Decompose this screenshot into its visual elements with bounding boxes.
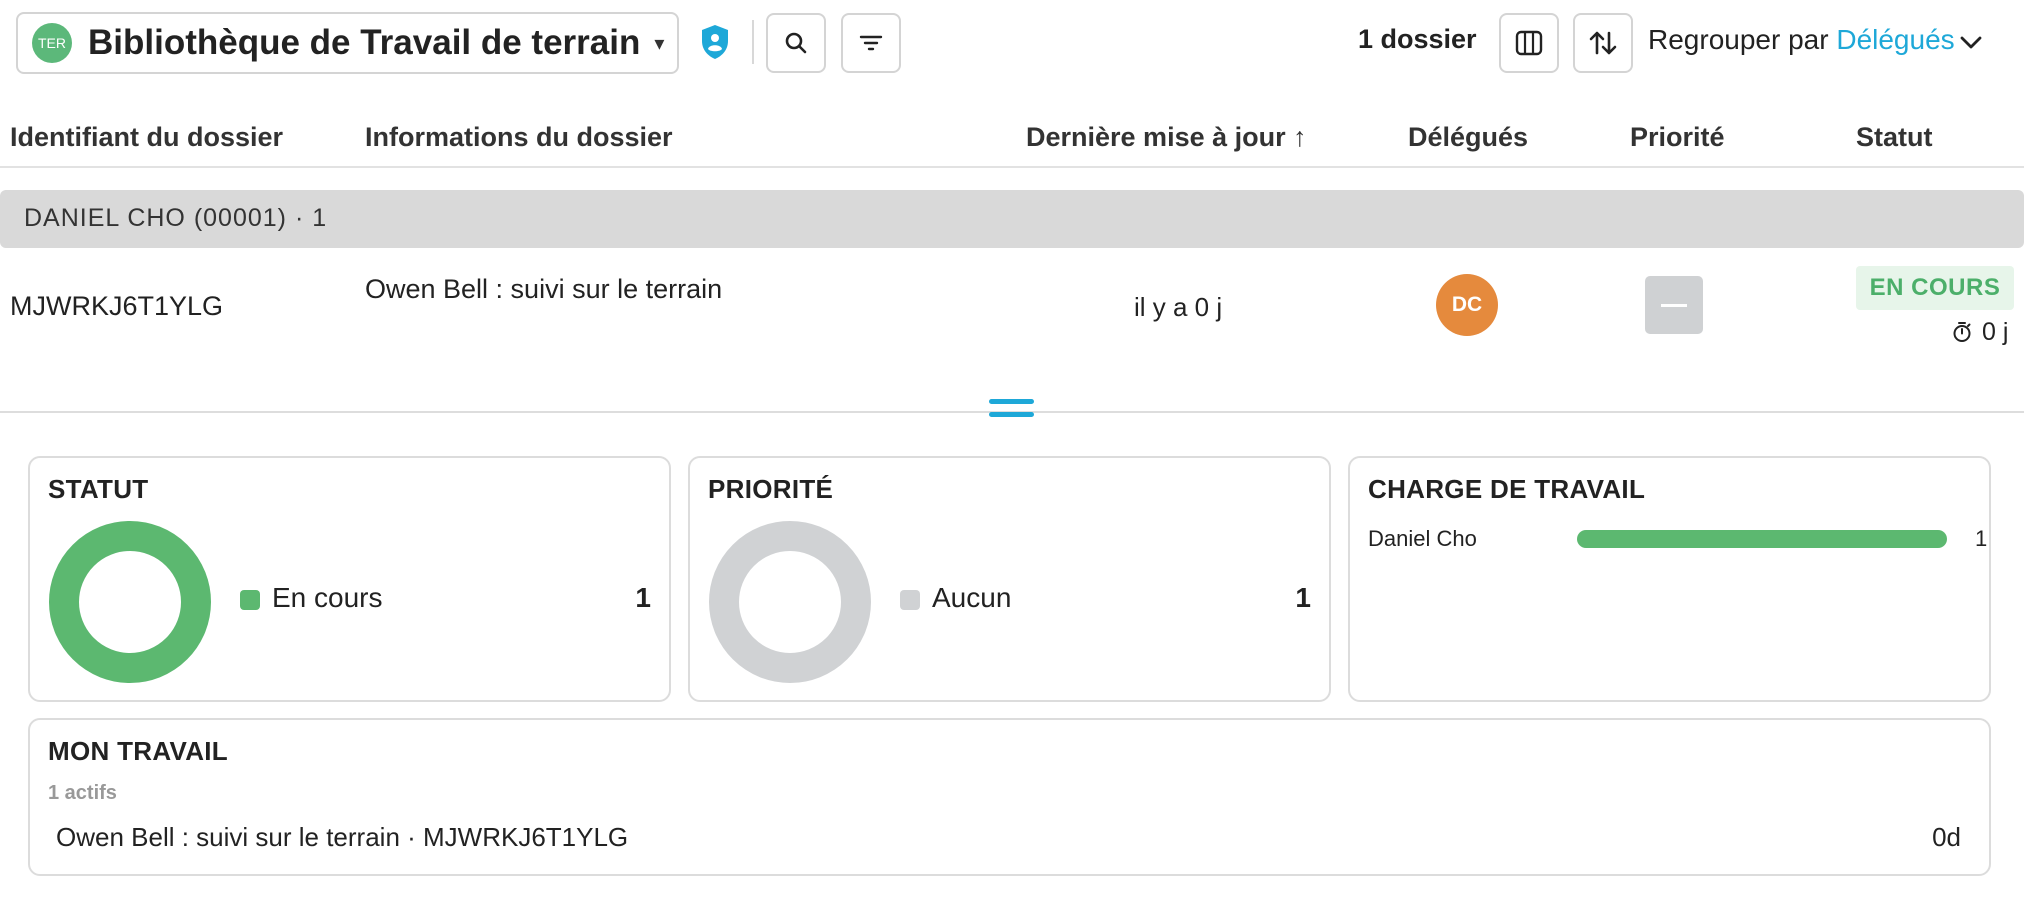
- workload-bar: [1577, 530, 1947, 548]
- elapsed-time-value: 0 j: [1982, 318, 2009, 346]
- table-header: Identifiant du dossier Informations du d…: [0, 112, 2024, 168]
- card-title: MON TRAVAIL: [48, 736, 228, 766]
- search-button[interactable]: [766, 13, 826, 73]
- my-work-subtitle: 1 actifs: [48, 782, 117, 804]
- record-id[interactable]: MJWRKJ6T1YLG: [10, 291, 223, 322]
- group-by-value[interactable]: Délégués: [1836, 24, 1954, 55]
- avatar[interactable]: DC: [1436, 274, 1498, 336]
- group-label: DANIEL CHO (00001) · 1: [24, 204, 328, 232]
- caret-down-icon: ▾: [654, 32, 665, 55]
- status-card: STATUT En cours 1: [28, 456, 671, 702]
- toolbar-divider: [752, 20, 754, 64]
- card-title: STATUT: [48, 474, 149, 504]
- record-count: 1 dossier: [1358, 24, 1477, 54]
- column-header-priority[interactable]: Priorité: [1630, 122, 1725, 153]
- column-header-status[interactable]: Statut: [1856, 122, 1933, 153]
- my-work-age: 0d: [1932, 822, 1961, 852]
- columns-button[interactable]: [1499, 13, 1559, 73]
- priority-donut: [709, 521, 871, 683]
- elapsed-time: 0 j: [1952, 318, 2008, 347]
- columns-icon: [1515, 30, 1543, 56]
- filter-icon: [859, 35, 883, 51]
- library-selector[interactable]: TER Bibliothèque de Travail de terrain ▾: [16, 12, 679, 74]
- shield-icon[interactable]: [700, 24, 730, 60]
- legend-swatch: [240, 590, 260, 610]
- card-title: CHARGE DE TRAVAIL: [1368, 474, 1646, 504]
- sort-icon: [1589, 31, 1617, 55]
- library-badge: TER: [32, 23, 72, 63]
- group-by-label: Regrouper par: [1648, 24, 1837, 55]
- legend-label: Aucun: [932, 582, 1012, 613]
- chevron-down-icon[interactable]: [1958, 30, 1984, 56]
- priority-indicator[interactable]: [1645, 276, 1703, 334]
- my-work-item[interactable]: Owen Bell : suivi sur le terrain · MJWRK…: [56, 822, 628, 853]
- filter-button[interactable]: [841, 13, 901, 73]
- dash-icon: [1661, 303, 1687, 307]
- status-badge[interactable]: EN COURS: [1856, 266, 2014, 310]
- status-donut: [49, 521, 211, 683]
- record-updated: il y a 0 j: [1134, 292, 1223, 322]
- stopwatch-icon: [1953, 322, 1971, 342]
- search-icon: [785, 32, 807, 54]
- sort-button[interactable]: [1573, 13, 1633, 73]
- legend-label: En cours: [272, 582, 383, 613]
- card-title: PRIORITÉ: [708, 474, 834, 504]
- column-header-delegates[interactable]: Délégués: [1408, 122, 1528, 153]
- workload-name: Daniel Cho: [1368, 526, 1477, 551]
- priority-card: PRIORITÉ Aucun 1: [688, 456, 1331, 702]
- workload-card: CHARGE DE TRAVAIL Daniel Cho 1: [1348, 456, 1991, 702]
- group-by-control[interactable]: Regrouper par Délégués: [1648, 24, 1955, 56]
- group-header[interactable]: DANIEL CHO (00001) · 1: [0, 190, 2024, 248]
- toolbar: TER Bibliothèque de Travail de terrain ▾…: [0, 0, 2024, 86]
- column-header-info[interactable]: Informations du dossier: [365, 122, 673, 153]
- record-info[interactable]: Owen Bell : suivi sur le terrain: [365, 274, 722, 305]
- library-title: Bibliothèque de Travail de terrain: [88, 23, 641, 62]
- resize-handle[interactable]: [989, 399, 1034, 425]
- legend-swatch: [900, 590, 920, 610]
- legend-value: 1: [635, 582, 651, 613]
- my-work-card: MON TRAVAIL 1 actifs Owen Bell : suivi s…: [28, 718, 1991, 876]
- workload-value: 1: [1975, 526, 1988, 551]
- column-header-id[interactable]: Identifiant du dossier: [10, 122, 283, 153]
- legend-value: 1: [1295, 582, 1311, 613]
- column-header-updated[interactable]: Dernière mise à jour ↑: [1026, 122, 1307, 153]
